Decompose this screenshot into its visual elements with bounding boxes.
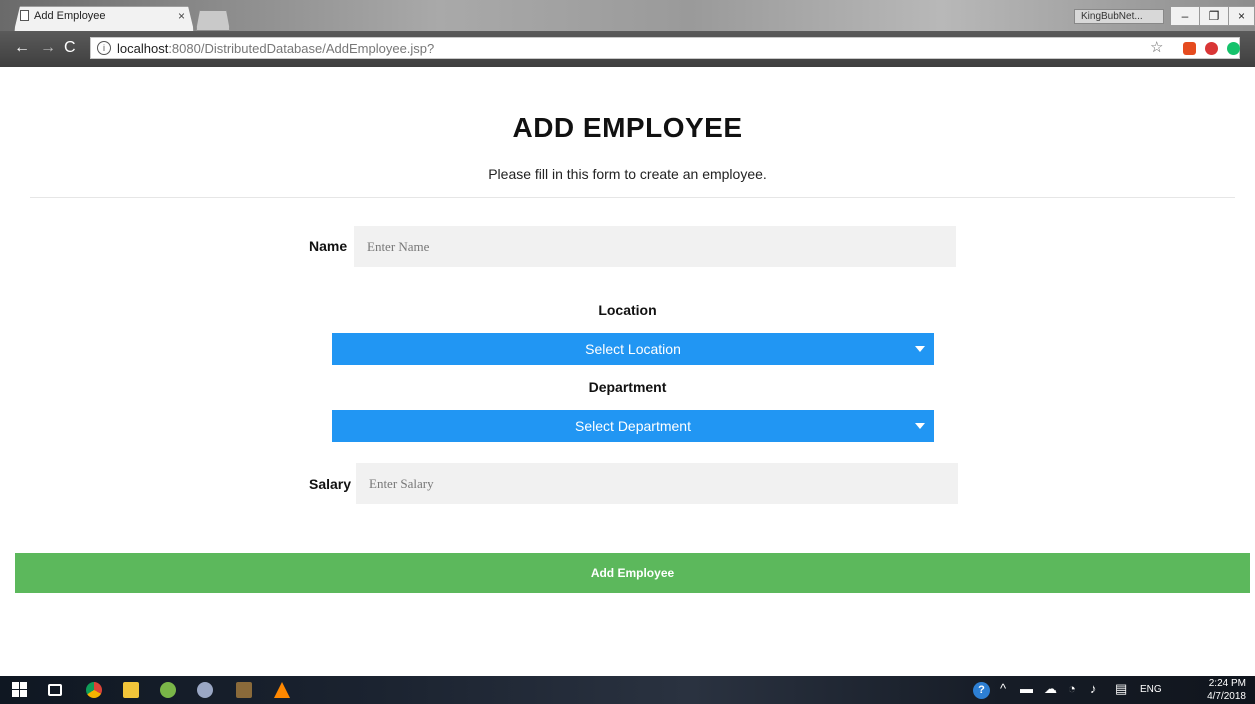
name-label: Name bbox=[309, 238, 348, 254]
bookmark-star-icon[interactable]: ☆ bbox=[1150, 38, 1163, 56]
maximize-button[interactable]: ❐ bbox=[1199, 6, 1229, 26]
action-center-icon[interactable]: ▤ bbox=[1115, 681, 1127, 697]
department-select-value: Select Department bbox=[575, 418, 691, 434]
back-arrow-icon[interactable]: ← bbox=[14, 39, 30, 57]
salary-input[interactable] bbox=[356, 463, 958, 504]
tab-close-icon[interactable]: × bbox=[178, 9, 185, 23]
page-icon bbox=[20, 10, 29, 21]
address-bar[interactable]: i localhost:8080/DistributedDatabase/Add… bbox=[90, 37, 1255, 59]
chrome-icon[interactable] bbox=[86, 682, 102, 698]
wifi-icon[interactable]: ◔ bbox=[1068, 681, 1076, 696]
windows-start-icon[interactable] bbox=[12, 682, 28, 698]
task-view-icon[interactable] bbox=[48, 684, 62, 696]
tab-title: Add Employee bbox=[34, 10, 106, 22]
profile-button[interactable]: KingBubNet... bbox=[1074, 9, 1164, 24]
divider bbox=[30, 197, 1235, 198]
add-employee-button[interactable]: Add Employee bbox=[15, 553, 1250, 593]
extension-icon-1[interactable] bbox=[1183, 42, 1196, 55]
clock-date: 4/7/2018 bbox=[1207, 691, 1246, 702]
location-select-value: Select Location bbox=[585, 341, 681, 357]
browser-menu-icon[interactable]: ⋮ bbox=[1251, 38, 1255, 58]
language-indicator[interactable]: ENG bbox=[1140, 684, 1162, 695]
forward-arrow-icon[interactable]: → bbox=[40, 39, 56, 57]
android-studio-icon[interactable] bbox=[160, 682, 176, 698]
close-window-button[interactable]: × bbox=[1228, 6, 1255, 26]
help-icon[interactable]: ? bbox=[973, 682, 990, 699]
department-select[interactable]: Select Department bbox=[332, 410, 934, 442]
url-text[interactable]: localhost:8080/DistributedDatabase/AddEm… bbox=[117, 41, 434, 56]
chevron-down-icon bbox=[915, 346, 925, 352]
salary-label: Salary bbox=[309, 476, 352, 492]
location-select[interactable]: Select Location bbox=[332, 333, 934, 365]
file-explorer-icon[interactable] bbox=[123, 682, 139, 698]
reload-icon[interactable]: C bbox=[64, 39, 76, 57]
browser-title-bar: Add Employee × KingBubNet... – ❐ × bbox=[0, 0, 1255, 31]
app-icon[interactable] bbox=[197, 682, 213, 698]
page-subtitle: Please fill in this form to create an em… bbox=[488, 166, 767, 182]
department-label: Department bbox=[588, 379, 667, 395]
network-icon[interactable]: ▬ bbox=[1020, 681, 1033, 696]
page-title: ADD EMPLOYEE bbox=[512, 112, 743, 143]
volume-icon[interactable]: ♪ bbox=[1090, 681, 1097, 696]
extension-icon-2[interactable] bbox=[1205, 42, 1218, 55]
vlc-icon[interactable] bbox=[274, 682, 290, 698]
browser-toolbar: ← → C i localhost:8080/DistributedDataba… bbox=[0, 31, 1255, 67]
windows-taskbar: ? ^ ▬ ☁ ◔ ♪ ▤ ENG 2:24 PM 4/7/2018 bbox=[0, 676, 1255, 704]
extension-icon-3[interactable] bbox=[1227, 42, 1240, 55]
name-input[interactable] bbox=[354, 226, 956, 267]
info-icon[interactable]: i bbox=[97, 41, 111, 55]
url-path: :8080/DistributedDatabase/AddEmployee.js… bbox=[168, 41, 435, 56]
new-tab-button[interactable] bbox=[196, 10, 230, 31]
minimize-button[interactable]: – bbox=[1170, 6, 1200, 26]
clock-time: 2:24 PM bbox=[1208, 678, 1246, 689]
show-hidden-icons-icon[interactable]: ^ bbox=[1000, 681, 1006, 696]
app-icon[interactable] bbox=[236, 682, 252, 698]
chevron-down-icon bbox=[915, 423, 925, 429]
url-host: localhost bbox=[117, 41, 169, 56]
clock[interactable]: 2:24 PM 4/7/2018 bbox=[1202, 677, 1246, 703]
location-label: Location bbox=[598, 302, 657, 318]
onedrive-cloud-icon[interactable]: ☁ bbox=[1044, 681, 1057, 697]
